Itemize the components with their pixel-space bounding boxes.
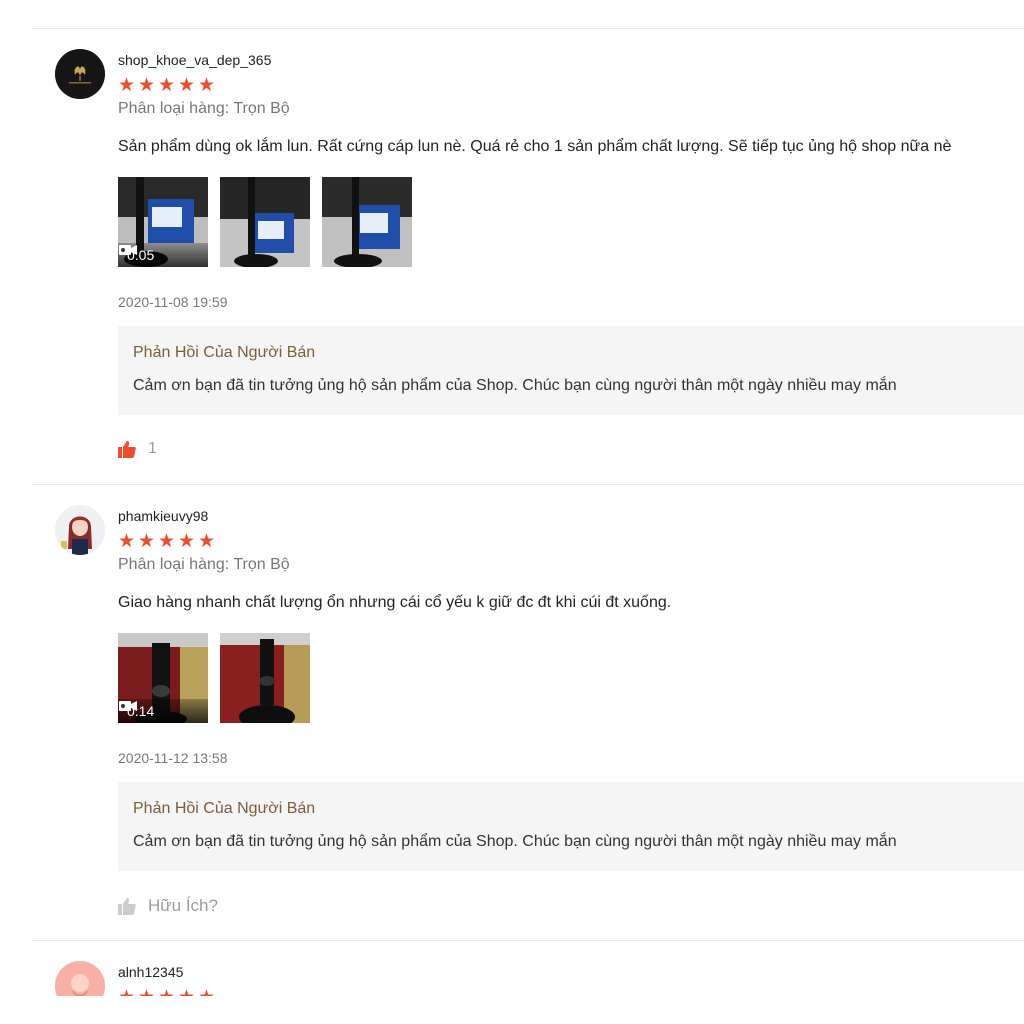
star-icon: ★ — [198, 988, 215, 996]
star-icon: ★ — [178, 988, 195, 996]
star-icon: ★ — [118, 988, 135, 996]
avatar-photo — [55, 961, 105, 996]
review-item: alnh12345 ★ ★ ★ ★ ★ — [0, 0, 1024, 996]
star-icon: ★ — [158, 988, 175, 996]
star-icon: ★ — [138, 988, 155, 996]
rating-stars: ★ ★ ★ ★ ★ — [118, 988, 215, 996]
avatar[interactable] — [55, 961, 105, 996]
username[interactable]: alnh12345 — [118, 964, 183, 980]
